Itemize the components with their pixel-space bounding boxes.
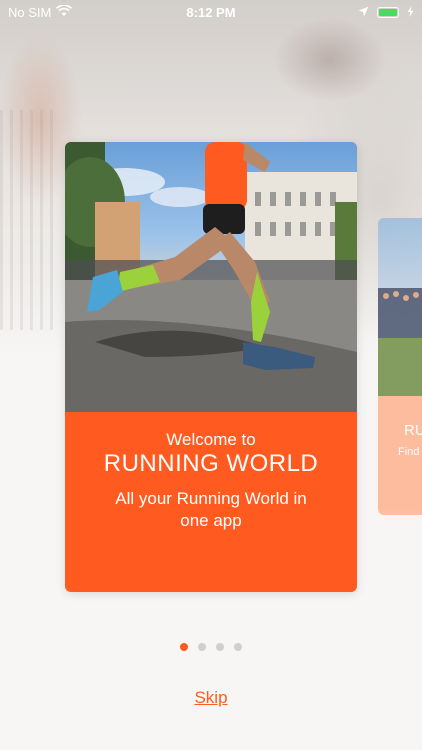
battery-icon xyxy=(377,6,399,18)
page-dot-1[interactable] xyxy=(180,643,188,651)
battery-level xyxy=(379,8,397,16)
welcome-label: Welcome to xyxy=(166,430,256,449)
card-text-panel: Welcome to RUNNING WORLD All your Runnin… xyxy=(65,412,357,592)
crowd-photo xyxy=(378,218,422,396)
status-bar: No SIM 8:12 PM xyxy=(0,0,422,24)
status-right xyxy=(358,5,414,20)
charging-bolt-icon xyxy=(407,5,414,20)
page-dot-3[interactable] xyxy=(216,643,224,651)
skip-button[interactable]: Skip xyxy=(0,688,422,708)
background-building-stripes xyxy=(0,110,60,330)
onboarding-card-2[interactable]: RU Find xyxy=(378,218,422,515)
location-arrow-icon xyxy=(358,5,369,20)
page-indicator[interactable] xyxy=(0,643,422,651)
page-dot-4[interactable] xyxy=(234,643,242,651)
onboarding-card-1[interactable]: Welcome to RUNNING WORLD All your Runnin… xyxy=(65,142,357,592)
wifi-icon xyxy=(56,4,73,20)
carrier-label: No SIM xyxy=(8,4,52,20)
page-dot-2[interactable] xyxy=(198,643,206,651)
card-2-title: RU xyxy=(404,422,422,439)
app-title: RUNNING WORLD xyxy=(103,450,319,477)
card-2-subtitle: Find xyxy=(398,446,420,458)
runner-photo xyxy=(65,142,357,412)
status-left: No SIM xyxy=(8,4,73,20)
card-subtitle: All your Running World in one app xyxy=(115,489,307,530)
